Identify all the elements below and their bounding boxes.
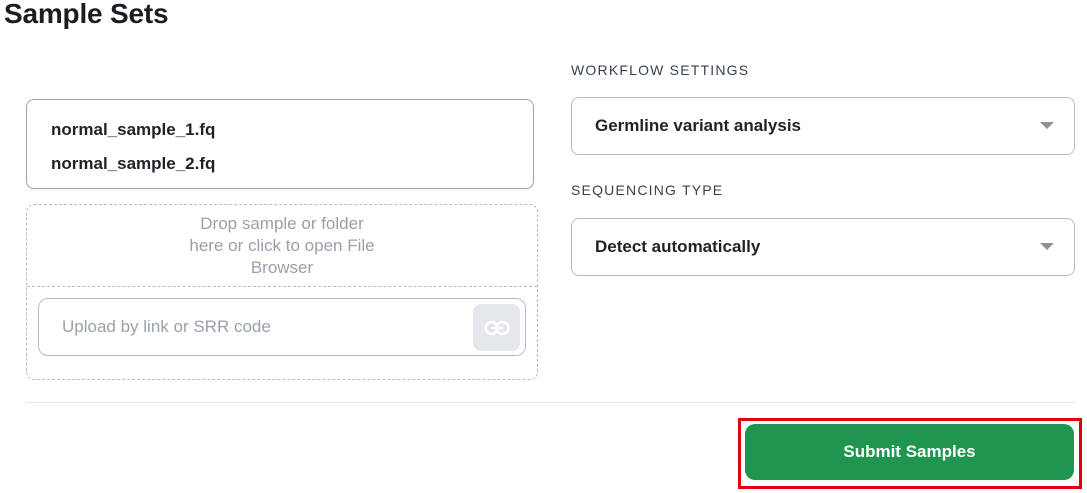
chevron-down-icon (1040, 243, 1054, 250)
file-dropzone[interactable]: Drop sample or folder here or click to o… (26, 204, 538, 380)
dropzone-text-line: Drop sample or folder (200, 214, 364, 233)
sequencing-type-select[interactable]: Detect automatically (571, 218, 1075, 276)
dropzone-text-line: Browser (250, 258, 314, 277)
sequencing-type-label: SEQUENCING TYPE (571, 182, 724, 198)
chevron-down-icon (1040, 122, 1054, 129)
workflow-select[interactable]: Germline variant analysis (571, 97, 1075, 155)
upload-link-button[interactable] (473, 304, 520, 351)
link-icon (483, 320, 510, 336)
dropzone-divider (27, 286, 537, 287)
page-title: Sample Sets (4, 0, 169, 29)
submit-samples-button[interactable]: Submit Samples (745, 424, 1074, 480)
dropzone-text-line: here or click to open File (189, 236, 375, 255)
workflow-settings-label: WORKFLOW SETTINGS (571, 62, 750, 78)
file-item: normal_sample_1.fq (51, 120, 216, 139)
sequencing-selected-value: Detect automatically (595, 237, 761, 256)
file-item: normal_sample_2.fq (51, 154, 216, 173)
sample-sets-page: Sample Sets normal_sample_1.fq normal_sa… (0, 0, 1087, 493)
selected-files-list: normal_sample_1.fq normal_sample_2.fq (26, 99, 534, 189)
link-input[interactable] (39, 299, 469, 355)
workflow-selected-value: Germline variant analysis (595, 116, 801, 135)
link-upload-field (38, 298, 526, 356)
dropzone-open-file-browser[interactable]: Drop sample or folder here or click to o… (27, 213, 537, 287)
footer-divider (26, 402, 1075, 403)
